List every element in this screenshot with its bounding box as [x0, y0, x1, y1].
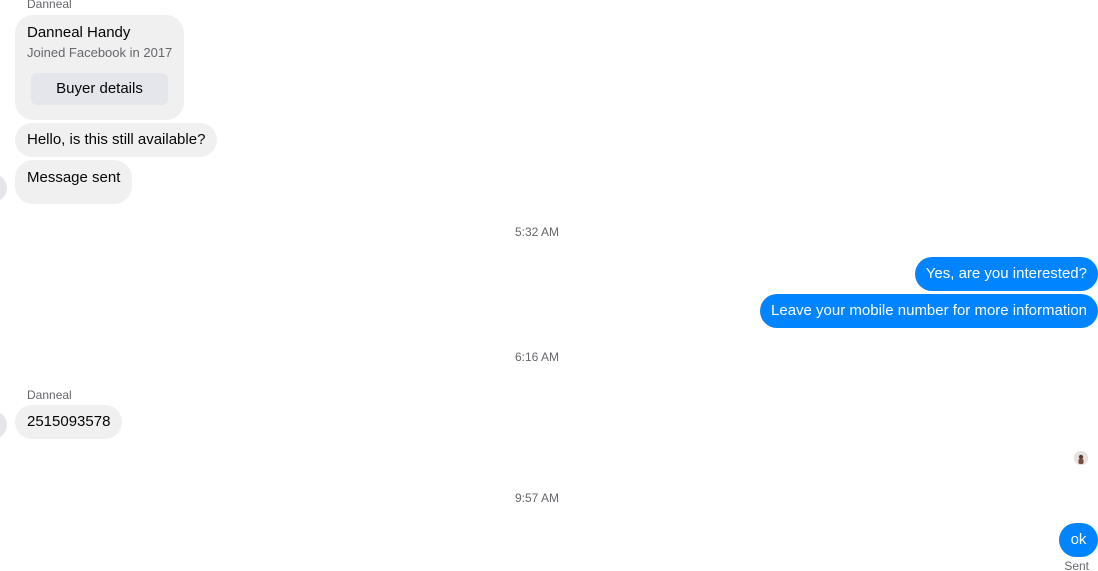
incoming-message[interactable]: Message sent [15, 160, 133, 204]
sender-name: Danneal [27, 388, 72, 402]
message-status: Sent [1064, 559, 1089, 571]
buyer-details-button[interactable]: Buyer details [31, 73, 168, 105]
buyer-join-info: Joined Facebook in 2017 [27, 45, 173, 60]
timestamp: 9:57 AM [514, 491, 560, 505]
buyer-card: Danneal Handy Joined Facebook in 2017 Bu… [15, 15, 184, 120]
timestamp: 5:32 AM [514, 225, 560, 239]
outgoing-message[interactable]: Yes, are you interested? [914, 257, 1098, 291]
incoming-message[interactable]: Hello, is this still available? [15, 123, 218, 157]
outgoing-message[interactable]: ok [1059, 523, 1098, 557]
incoming-message[interactable]: 2515093578 [15, 405, 123, 439]
seen-avatar-icon [1074, 451, 1088, 465]
sender-avatar[interactable] [0, 174, 7, 202]
buyer-name: Danneal Handy [27, 24, 131, 41]
sender-name-top: Danneal [27, 0, 72, 11]
outgoing-message[interactable]: Leave your mobile number for more inform… [760, 294, 1098, 328]
sender-avatar[interactable] [0, 411, 7, 439]
timestamp: 6:16 AM [514, 350, 560, 364]
